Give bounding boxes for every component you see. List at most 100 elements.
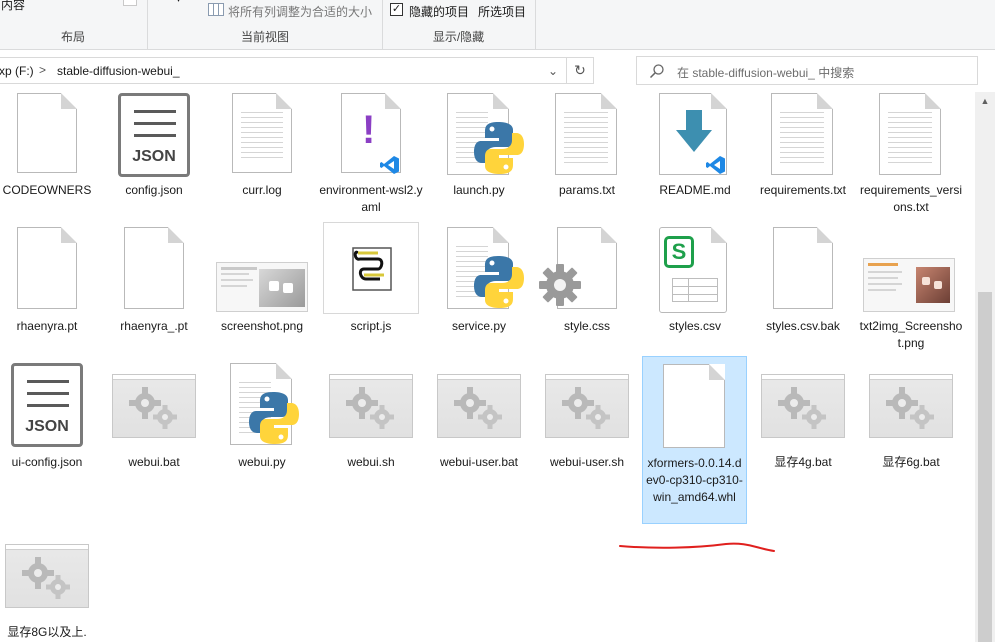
gear-icon [562, 387, 610, 429]
file-item[interactable]: script.js [317, 222, 425, 356]
layout-dropdown[interactable] [123, 0, 137, 6]
text-file-icon [857, 92, 965, 180]
breadcrumb-drive[interactable]: xp (F:) [0, 64, 34, 78]
ribbon-group-show-hide: ✓ 隐藏的项目 所选项目 显示/隐藏 [382, 0, 536, 50]
download-arrow-icon [676, 110, 712, 152]
batch-gear-icon [749, 362, 857, 450]
file-item[interactable]: webui.bat [100, 362, 208, 502]
file-item[interactable]: requirements.txt [749, 92, 857, 222]
file-name: CODEOWNERS [2, 183, 92, 197]
file-item[interactable]: webui-user.sh [533, 362, 641, 502]
blank-file-icon [0, 92, 101, 180]
file-item[interactable]: params.txt [533, 92, 641, 222]
group-label-current-view: 当前视图 [240, 30, 289, 44]
file-name: script.js [350, 319, 392, 333]
file-name: ui-config.json [11, 455, 83, 469]
file-item[interactable]: ! environment-wsl2.yaml [317, 92, 425, 222]
file-item[interactable]: screenshot.png [208, 226, 316, 356]
file-item[interactable]: S styles.csv [641, 226, 749, 356]
file-item[interactable]: styles.csv.bak [749, 226, 857, 356]
search-input[interactable]: 在 stable-diffusion-webui_ 中搜索 [677, 64, 854, 81]
python-file-icon [425, 92, 533, 180]
gear-icon [539, 264, 581, 306]
scrollbar-thumb[interactable] [978, 292, 992, 642]
hide-selected-button[interactable]: 所选项目 [478, 3, 526, 20]
breadcrumb-separator[interactable]: > [39, 63, 46, 77]
file-name: service.py [451, 319, 507, 333]
python-logo-icon [474, 122, 524, 174]
ribbon-group-current-view: ▾ 将所有列调整为合适的大小 当前视图 [148, 0, 383, 50]
address-history-chevron-icon[interactable]: ⌄ [543, 61, 563, 81]
file-item[interactable]: style.css [533, 226, 641, 356]
file-name: webui.sh [347, 455, 395, 469]
file-name: rhaenyra.pt [16, 319, 78, 333]
gear-icon [22, 557, 70, 599]
vertical-scrollbar[interactable]: ▲ [975, 92, 995, 642]
search-box[interactable]: 在 stable-diffusion-webui_ 中搜索 [636, 56, 978, 85]
batch-gear-icon [317, 362, 425, 450]
gear-icon [454, 387, 502, 429]
image-thumbnail-icon [208, 226, 316, 314]
file-name: curr.log [242, 183, 282, 197]
file-item[interactable]: rhaenyra.pt [0, 226, 101, 356]
refresh-button[interactable]: ↻ [566, 58, 593, 83]
group-label-layout: 布局 [60, 30, 85, 44]
file-name: config.json [125, 183, 183, 197]
hidden-items-label[interactable]: 隐藏的项目 [409, 3, 469, 20]
file-name: requirements.txt [759, 183, 847, 197]
python-logo-icon [474, 256, 524, 308]
file-item[interactable]: service.py [425, 226, 533, 356]
red-annotation-underline [619, 542, 775, 552]
vscode-yaml-icon: ! [317, 92, 425, 180]
file-item[interactable]: txt2img_Screenshot.png [857, 226, 965, 356]
file-name: requirements_versions.txt [859, 183, 963, 214]
python-logo-icon [249, 392, 299, 444]
vscode-icon [380, 156, 399, 174]
breadcrumb-folder[interactable]: stable-diffusion-webui_ [57, 64, 180, 78]
text-file-icon [749, 92, 857, 180]
file-name: launch.py [453, 183, 505, 197]
hidden-items-checkbox[interactable]: ✓ [390, 3, 403, 16]
batch-gear-icon [857, 362, 965, 450]
file-name: 显存6g.bat [882, 455, 940, 469]
file-item[interactable]: JSON config.json [100, 92, 208, 222]
file-name: README.md [659, 183, 731, 197]
blank-file-icon [749, 226, 857, 314]
file-item[interactable]: webui-user.bat [425, 362, 533, 502]
file-item[interactable]: JSON ui-config.json [0, 362, 101, 502]
file-item[interactable]: README.md [641, 92, 749, 222]
file-item[interactable]: launch.py [425, 92, 533, 222]
script-file-icon [317, 222, 425, 314]
file-name: webui.py [238, 455, 286, 469]
scroll-up-arrow-icon[interactable]: ▲ [975, 92, 995, 110]
group-label-show-hide: 显示/隐藏 [432, 30, 485, 44]
file-item[interactable]: webui.py [208, 362, 316, 502]
json-label: JSON [25, 418, 69, 435]
file-item[interactable]: CODEOWNERS [0, 92, 101, 222]
address-bar[interactable]: xp (F:) > stable-diffusion-webui_ ⌄ ↻ [0, 57, 594, 84]
autofit-columns-icon [208, 3, 224, 16]
file-item[interactable]: curr.log [208, 92, 316, 222]
batch-gear-icon [100, 362, 208, 450]
file-list-view[interactable]: CODEOWNERS JSON config.json curr.log ! e… [0, 92, 975, 642]
file-name: webui-user.sh [549, 455, 625, 469]
file-item[interactable]: 显存4g.bat [749, 362, 857, 502]
image-thumbnail-icon [857, 226, 965, 314]
file-name: webui-user.bat [439, 455, 519, 469]
python-file-icon [425, 226, 533, 314]
json-label: JSON [132, 148, 176, 165]
file-item[interactable]: 显存6g.bat [857, 362, 965, 502]
layout-option-content[interactable]: 内容 [1, 0, 25, 13]
autofit-columns-button[interactable]: 将所有列调整为合适的大小 [228, 3, 372, 20]
css-gear-file-icon [533, 226, 641, 314]
text-file-icon [533, 92, 641, 180]
file-item[interactable]: requirements_versions.txt [857, 92, 965, 222]
file-item[interactable]: webui.sh [317, 362, 425, 502]
sort-dropdown-arrow-icon[interactable]: ▾ [176, 0, 181, 5]
file-name: styles.csv [668, 319, 721, 333]
json-file-icon: JSON [100, 92, 208, 180]
file-item-selected[interactable]: xformers-0.0.14.dev0-cp310-cp310-win_amd… [642, 356, 747, 524]
file-item[interactable]: 显存8G以及上. [0, 532, 101, 642]
file-item[interactable]: rhaenyra_.pt [100, 226, 208, 356]
search-icon [649, 64, 664, 79]
